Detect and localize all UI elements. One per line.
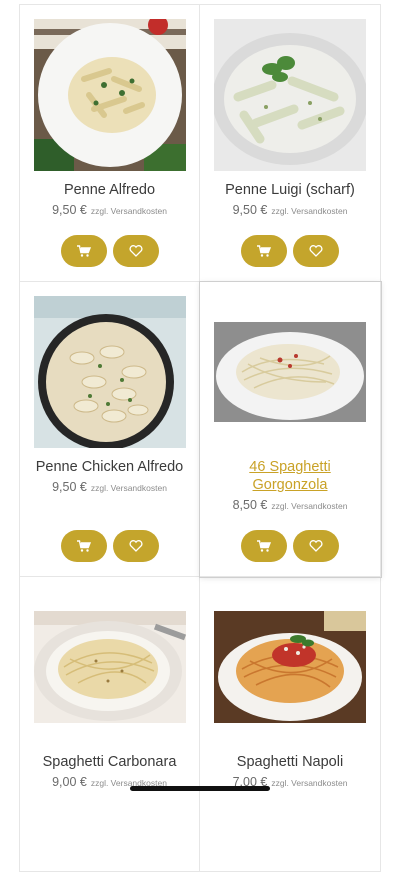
- add-to-cart-button[interactable]: [241, 235, 287, 267]
- add-to-wishlist-button[interactable]: [112, 235, 159, 267]
- product-card: Spaghetti Carbonara 9,00 € zzgl. Versand…: [19, 577, 200, 872]
- product-name[interactable]: Penne Chicken Alfredo: [35, 458, 185, 476]
- add-to-wishlist-button[interactable]: [112, 530, 159, 562]
- product-price: 8,50 €: [232, 498, 268, 512]
- product-price: 9,50 €: [52, 480, 87, 494]
- home-indicator[interactable]: [130, 786, 270, 791]
- product-name[interactable]: Penne Alfredo: [35, 181, 185, 199]
- cart-icon: [76, 540, 91, 552]
- shipping-note[interactable]: zzgl. Versandkosten: [271, 501, 347, 511]
- product-image[interactable]: [214, 296, 366, 448]
- product-card: 46 Spaghetti Gorgonzola 8,50 € zzgl. Ver…: [200, 282, 381, 577]
- product-price: 9,00 €: [52, 775, 87, 789]
- price-row: 9,50 € zzgl. Versandkosten: [52, 203, 167, 217]
- product-name[interactable]: Penne Luigi (scharf): [215, 181, 365, 199]
- product-name-link[interactable]: 46 Spaghetti Gorgonzola: [215, 458, 365, 494]
- cart-icon: [257, 540, 271, 552]
- product-price: 9,50 €: [52, 203, 87, 217]
- product-grid: Penne Alfredo 9,50 € zzgl. Versandkosten: [19, 4, 381, 872]
- cart-icon: [76, 245, 91, 257]
- heart-icon: [128, 245, 143, 257]
- add-to-wishlist-button[interactable]: [293, 235, 339, 267]
- product-card: Spaghetti Napoli 7,00 € zzgl. Versandkos…: [200, 577, 381, 872]
- product-name[interactable]: Spaghetti Napoli: [215, 753, 365, 771]
- product-name[interactable]: Spaghetti Carbonara: [35, 753, 185, 771]
- shipping-note[interactable]: zzgl. Versandkosten: [91, 483, 167, 493]
- heart-icon: [309, 540, 323, 552]
- shipping-note[interactable]: zzgl. Versandkosten: [91, 206, 167, 216]
- price-row: 9,50 € zzgl. Versandkosten: [52, 480, 167, 494]
- product-image[interactable]: [33, 591, 186, 743]
- add-to-cart-button[interactable]: [60, 530, 107, 562]
- shipping-note[interactable]: zzgl. Versandkosten: [271, 778, 347, 788]
- price-row: 9,50 € zzgl. Versandkosten: [233, 203, 348, 217]
- add-to-cart-button[interactable]: [241, 530, 287, 562]
- cart-icon: [257, 245, 271, 257]
- product-image[interactable]: [214, 591, 366, 743]
- product-image[interactable]: [33, 296, 186, 448]
- shipping-note[interactable]: zzgl. Versandkosten: [271, 206, 347, 216]
- product-card: Penne Alfredo 9,50 € zzgl. Versandkosten: [19, 4, 200, 282]
- product-card: Penne Chicken Alfredo 9,50 € zzgl. Versa…: [19, 282, 200, 577]
- heart-icon: [309, 245, 323, 257]
- product-image[interactable]: [33, 19, 186, 171]
- product-price: 9,50 €: [232, 203, 268, 217]
- heart-icon: [128, 540, 143, 552]
- add-to-cart-button[interactable]: [60, 235, 107, 267]
- price-row: 8,50 € zzgl. Versandkosten: [233, 498, 348, 512]
- product-image[interactable]: [214, 19, 366, 171]
- product-card: Penne Luigi (scharf) 9,50 € zzgl. Versan…: [200, 4, 381, 282]
- add-to-wishlist-button[interactable]: [293, 530, 339, 562]
